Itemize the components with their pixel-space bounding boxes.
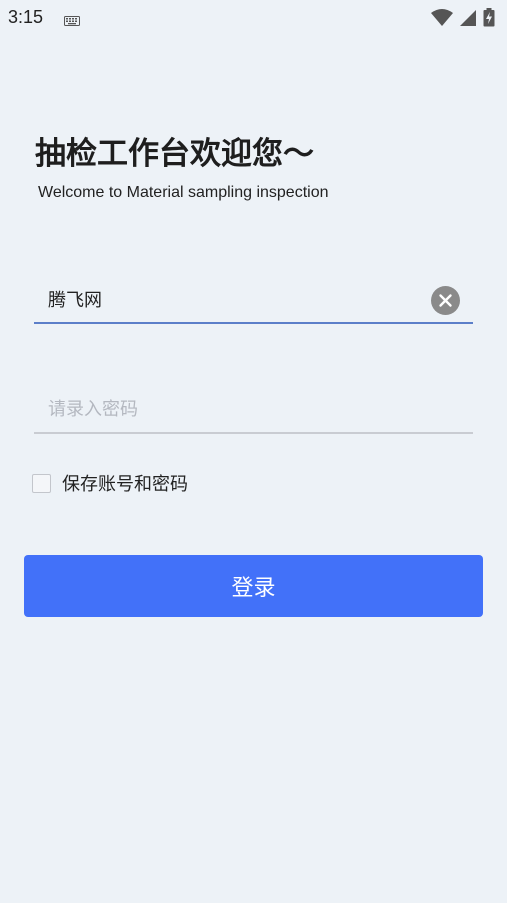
username-underline: [34, 322, 473, 324]
page-subtitle: Welcome to Material sampling inspection: [38, 184, 329, 201]
page-title: 抽检工作台欢迎您～: [35, 136, 314, 172]
signal-icon: [459, 9, 477, 31]
password-field: [34, 386, 473, 434]
status-bar: 3:15: [0, 0, 507, 34]
remember-label: 保存账号和密码: [62, 474, 188, 495]
password-input[interactable]: [34, 386, 428, 432]
remember-credentials[interactable]: 保存账号和密码: [32, 470, 188, 496]
remember-checkbox[interactable]: [32, 473, 51, 493]
keyboard-icon: [64, 11, 80, 30]
login-button[interactable]: 登录: [24, 555, 483, 617]
clear-username-button[interactable]: [431, 286, 460, 315]
close-icon: [439, 294, 452, 307]
wifi-icon: [431, 8, 453, 31]
battery-charging-icon: [483, 8, 495, 31]
username-field: [34, 276, 473, 324]
username-input[interactable]: [34, 276, 428, 322]
status-time: 3:15: [8, 7, 44, 27]
password-underline: [34, 432, 473, 434]
